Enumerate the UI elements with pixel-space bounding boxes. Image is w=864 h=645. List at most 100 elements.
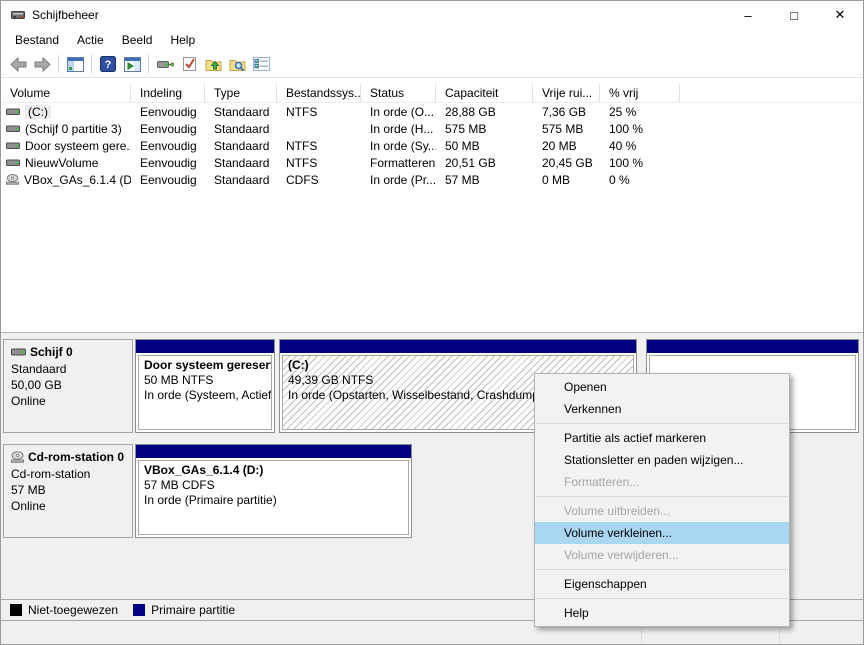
table-cell: 20 MB bbox=[533, 139, 600, 153]
context-menu-item[interactable]: Verkennen bbox=[535, 398, 789, 420]
table-row[interactable]: (C:)EenvoudigStandaardNTFSIn orde (O...2… bbox=[1, 103, 863, 120]
menu-help[interactable]: Help bbox=[161, 31, 204, 49]
column-header[interactable]: % vrij bbox=[600, 83, 680, 102]
cdrom-name: Cd-rom-station 0 bbox=[28, 450, 124, 464]
column-header[interactable]: Volume bbox=[1, 83, 131, 102]
titlebar: Schijfbeheer – □ ✕ bbox=[1, 1, 863, 29]
partition-name: Door systeem gereserveerd bbox=[144, 358, 266, 373]
table-row[interactable]: (Schijf 0 partitie 3)EenvoudigStandaardI… bbox=[1, 120, 863, 137]
menu-actie[interactable]: Actie bbox=[68, 31, 113, 49]
menu-separator bbox=[536, 423, 788, 424]
volume-name: (C:) bbox=[25, 105, 51, 119]
action-pane-icon[interactable] bbox=[120, 53, 144, 76]
menu-separator bbox=[536, 496, 788, 497]
column-header[interactable]: Indeling bbox=[131, 83, 205, 102]
table-cell: Standaard bbox=[205, 173, 277, 187]
primary-partition-band bbox=[647, 340, 858, 353]
legend-label: Niet-toegewezen bbox=[28, 603, 118, 617]
maximize-button[interactable]: □ bbox=[771, 1, 817, 29]
disk-management-window: Schijfbeheer – □ ✕ Bestand Actie Beeld H… bbox=[0, 0, 864, 645]
column-header[interactable]: Status bbox=[361, 83, 436, 102]
table-cell: Standaard bbox=[205, 139, 277, 153]
table-cell: 7,36 GB bbox=[533, 105, 600, 119]
table-cell: In orde (O... bbox=[361, 105, 436, 119]
volume-list-pane: VolumeIndelingTypeBestandssys...StatusCa… bbox=[1, 79, 863, 332]
task-list-icon[interactable] bbox=[249, 53, 273, 76]
table-cell: VBox_GAs_6.1.4 (D:) bbox=[1, 173, 131, 187]
menu-bestand[interactable]: Bestand bbox=[6, 31, 68, 49]
volume-name: Door systeem gere... bbox=[25, 139, 131, 153]
folder-search-icon[interactable] bbox=[225, 53, 249, 76]
table-cell: In orde (Sy... bbox=[361, 139, 436, 153]
table-cell: In orde (Pr... bbox=[361, 173, 436, 187]
partition-system-reserved-body: Door systeem gereserveerd 50 MB NTFS In … bbox=[138, 355, 272, 430]
table-cell: 0 % bbox=[600, 173, 680, 187]
partition-name: (C:) bbox=[288, 358, 628, 373]
table-cell: Door systeem gere... bbox=[1, 139, 131, 153]
table-cell: 57 MB bbox=[436, 173, 533, 187]
close-button[interactable]: ✕ bbox=[817, 1, 863, 29]
legend-item-unallocated: Niet-toegewezen bbox=[10, 603, 118, 617]
disk-icon bbox=[6, 108, 20, 116]
disk0-status: Online bbox=[11, 393, 125, 409]
volume-name: VBox_GAs_6.1.4 (D:) bbox=[24, 173, 131, 187]
partition-system-reserved[interactable]: Door systeem gereserveerd 50 MB NTFS In … bbox=[135, 339, 275, 433]
context-menu-item[interactable]: Openen bbox=[535, 376, 789, 398]
disk-icon bbox=[6, 142, 20, 150]
context-menu-item[interactable]: Eigenschappen bbox=[535, 573, 789, 595]
context-menu: OpenenVerkennen Partitie als actief marke… bbox=[534, 373, 790, 627]
app-icon bbox=[10, 7, 26, 23]
context-menu-item: Formatteren... bbox=[535, 471, 789, 493]
primary-partition-band bbox=[136, 340, 274, 353]
column-header[interactable]: Capaciteit bbox=[436, 83, 533, 102]
column-header[interactable]: Vrije rui... bbox=[533, 83, 600, 102]
console-tree-icon[interactable] bbox=[63, 53, 87, 76]
cd-icon bbox=[11, 451, 24, 463]
context-menu-item[interactable]: Help bbox=[535, 602, 789, 624]
partition-vbox-d[interactable]: VBox_GAs_6.1.4 (D:) 57 MB CDFS In orde (… bbox=[135, 444, 412, 538]
back-icon[interactable] bbox=[6, 53, 30, 76]
partition-status: In orde (Primaire partitie) bbox=[144, 493, 403, 508]
context-menu-item[interactable]: Partitie als actief markeren bbox=[535, 427, 789, 449]
disk0-name-row: Schijf 0 bbox=[11, 345, 125, 359]
table-row[interactable]: NieuwVolumeEenvoudigStandaardNTFSFormatt… bbox=[1, 154, 863, 171]
menu-separator bbox=[536, 569, 788, 570]
menu-beeld[interactable]: Beeld bbox=[113, 31, 162, 49]
column-header[interactable]: Type bbox=[205, 83, 277, 102]
unallocated-color-swatch bbox=[10, 604, 22, 616]
table-row[interactable]: Door systeem gere...EenvoudigStandaardNT… bbox=[1, 137, 863, 154]
partition-status: In orde (Systeem, Actief, Primaire parti… bbox=[144, 388, 266, 403]
forward-icon[interactable] bbox=[30, 53, 54, 76]
partition-name: VBox_GAs_6.1.4 (D:) bbox=[144, 463, 403, 478]
toolbar-separator bbox=[91, 55, 92, 73]
minimize-button[interactable]: – bbox=[725, 1, 771, 29]
help-icon[interactable]: ? bbox=[96, 53, 120, 76]
table-row[interactable]: VBox_GAs_6.1.4 (D:)EenvoudigStandaardCDF… bbox=[1, 171, 863, 188]
disk0-type: Standaard bbox=[11, 361, 125, 377]
cdrom-status: Online bbox=[11, 498, 125, 514]
table-cell: Standaard bbox=[205, 156, 277, 170]
column-header[interactable] bbox=[680, 83, 863, 102]
context-menu-item[interactable]: Stationsletter en paden wijzigen... bbox=[535, 449, 789, 471]
partition-size: 50 MB NTFS bbox=[144, 373, 266, 388]
legend-item-primary-partition: Primaire partitie bbox=[133, 603, 235, 617]
volume-name: NieuwVolume bbox=[25, 156, 98, 170]
context-menu-item: Volume uitbreiden... bbox=[535, 500, 789, 522]
rescan-disks-icon[interactable] bbox=[153, 53, 177, 76]
window-controls: – □ ✕ bbox=[725, 1, 863, 29]
context-menu-item[interactable]: Volume verkleinen... bbox=[535, 522, 789, 544]
check-document-icon[interactable] bbox=[177, 53, 201, 76]
primary-partition-band bbox=[280, 340, 636, 353]
table-cell: 100 % bbox=[600, 122, 680, 136]
window-title: Schijfbeheer bbox=[32, 8, 725, 22]
cdrom-label-panel[interactable]: Cd-rom-station 0 Cd-rom-station 57 MB On… bbox=[3, 444, 133, 538]
disk0-name: Schijf 0 bbox=[30, 345, 73, 359]
table-cell: Eenvoudig bbox=[131, 156, 205, 170]
disk0-label-panel[interactable]: Schijf 0 Standaard 50,00 GB Online bbox=[3, 339, 133, 433]
folder-up-icon[interactable] bbox=[201, 53, 225, 76]
column-header[interactable]: Bestandssys... bbox=[277, 83, 361, 102]
toolbar-separator bbox=[58, 55, 59, 73]
legend-label: Primaire partitie bbox=[151, 603, 235, 617]
cdrom-type: Cd-rom-station bbox=[11, 466, 125, 482]
disk0-size: 50,00 GB bbox=[11, 377, 125, 393]
